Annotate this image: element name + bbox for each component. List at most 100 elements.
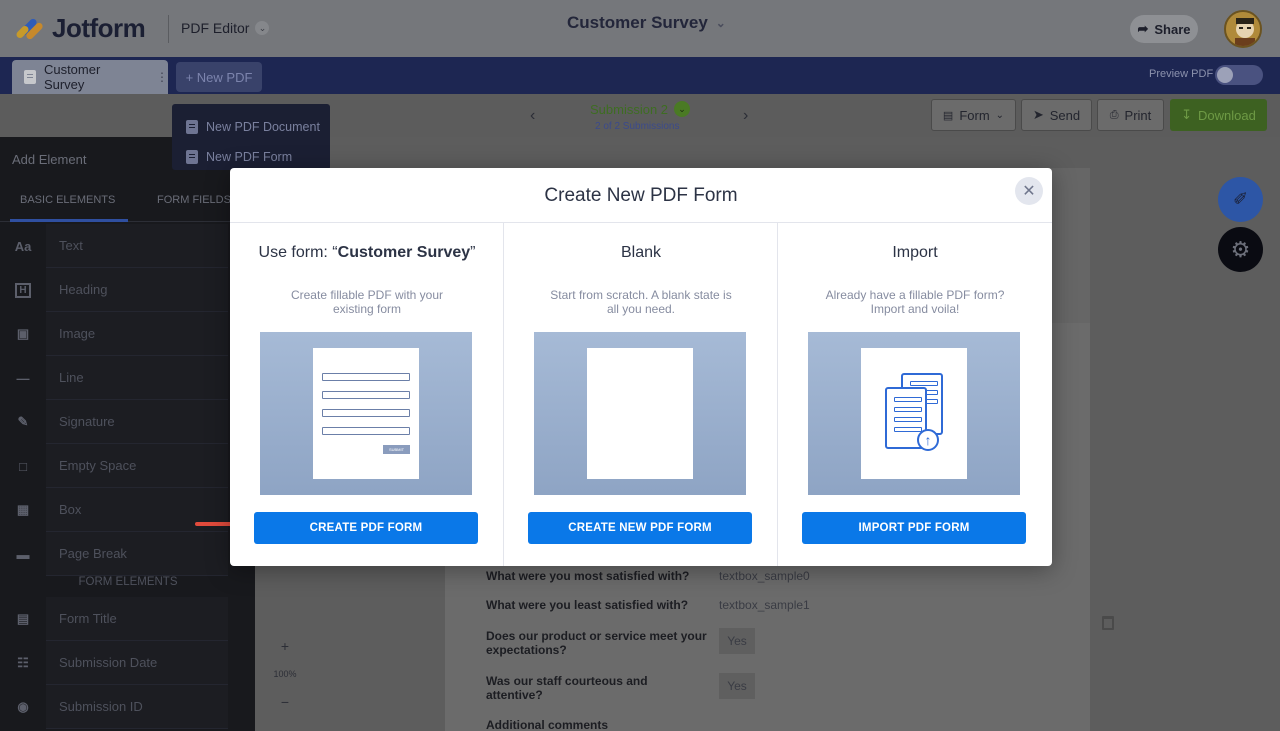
new-pdf-button[interactable]: + New PDF xyxy=(176,62,262,92)
share-label: Share xyxy=(1154,21,1191,37)
new-pdf-menu: New PDF Document New PDF Form xyxy=(172,104,330,170)
option-import: Import Already have a fillable PDF form?… xyxy=(778,223,1052,566)
option-description: Already have a fillable PDF form? Import… xyxy=(825,288,1005,316)
document-icon xyxy=(24,70,36,84)
image-icon: ▣ xyxy=(16,326,30,341)
submission-selector[interactable]: Submission 2 ⌄ xyxy=(590,101,691,117)
element-label: Line xyxy=(46,356,228,400)
jotform-logo[interactable]: Jotform xyxy=(15,13,146,43)
heading-suffix: ” xyxy=(470,244,476,261)
trash-icon[interactable] xyxy=(1102,616,1114,630)
element-box[interactable]: ▦ Box xyxy=(0,488,228,532)
element-text[interactable]: Aa Text xyxy=(0,224,228,268)
zoom-out-icon[interactable]: − xyxy=(270,688,300,716)
paint-brush-button[interactable]: ✐ xyxy=(1218,177,1263,222)
jotform-logo-icon xyxy=(15,15,45,41)
element-page-break[interactable]: ▬ Page Break xyxy=(0,532,228,576)
tab-basic-elements[interactable]: BASIC ELEMENTS xyxy=(20,194,115,206)
element-heading[interactable]: H Heading xyxy=(0,268,228,312)
active-tab-indicator xyxy=(10,219,128,222)
tab-customer-survey[interactable]: Customer Survey ⋮ xyxy=(12,60,168,94)
chevron-down-icon: ⌄ xyxy=(674,101,691,117)
option-description: Create fillable PDF with your existing f… xyxy=(290,288,444,316)
answer-value: Yes xyxy=(719,628,755,654)
form-title-icon: ▤ xyxy=(16,611,30,626)
settings-button[interactable]: ⚙ xyxy=(1218,227,1263,272)
mini-submit: SUBMIT xyxy=(383,445,410,454)
close-icon: ✕ xyxy=(1022,183,1036,200)
element-empty-space[interactable]: □ Empty Space xyxy=(0,444,228,488)
answer-value: textbox_sample1 xyxy=(719,598,810,612)
tab-form-fields[interactable]: FORM FIELDS xyxy=(157,194,231,206)
import-pdf-form-button[interactable]: IMPORT PDF FORM xyxy=(802,512,1026,544)
menu-item-label: New PDF Form xyxy=(206,150,293,164)
send-button[interactable]: ➤ Send xyxy=(1021,99,1092,131)
zoom-in-icon[interactable]: + xyxy=(270,632,300,660)
field-line xyxy=(322,391,410,399)
menu-item-label: New PDF Document xyxy=(206,120,320,134)
paint-brush-icon: ✐ xyxy=(1232,189,1249,209)
element-label: Text xyxy=(46,224,228,268)
answer-value: Yes xyxy=(719,673,755,699)
element-label: Image xyxy=(46,312,228,356)
print-button[interactable]: ⎙ Print xyxy=(1097,99,1164,131)
menu-item-new-pdf-document[interactable]: New PDF Document xyxy=(172,112,330,142)
option-description: Start from scratch. A blank state is all… xyxy=(550,288,732,316)
share-button[interactable]: ➦ Share xyxy=(1130,15,1198,43)
option-blank: Blank Start from scratch. A blank state … xyxy=(504,223,778,566)
form-sheet: SUBMIT xyxy=(313,348,419,479)
element-label: Signature xyxy=(46,400,228,444)
previous-submission-icon[interactable]: ‹ xyxy=(530,107,535,125)
heading-icon: H xyxy=(0,268,46,312)
chevron-down-icon: ⌄ xyxy=(255,21,270,35)
element-form-title[interactable]: ▤ Form Title xyxy=(0,597,228,641)
download-icon: ↧ xyxy=(1181,107,1193,122)
preview-pdf-label: Preview PDF xyxy=(1149,68,1214,80)
field-line xyxy=(322,373,410,381)
form-button[interactable]: ▤ Form ⌄ xyxy=(931,99,1016,131)
document-icon xyxy=(186,120,198,134)
next-submission-icon[interactable]: › xyxy=(743,107,748,125)
fingerprint-icon: ◉ xyxy=(17,699,29,714)
page-break-icon: ▬ xyxy=(16,546,30,562)
preview-pdf-toggle[interactable] xyxy=(1215,65,1263,85)
form-icon xyxy=(186,150,198,164)
user-avatar[interactable] xyxy=(1224,10,1262,48)
form-elements-header: FORM ELEMENTS xyxy=(78,576,178,588)
create-new-pdf-form-button[interactable]: CREATE NEW PDF FORM xyxy=(528,512,752,544)
header-divider xyxy=(168,15,169,43)
import-documents-icon: ↑ xyxy=(885,373,945,455)
signature-icon: ✎ xyxy=(17,414,29,429)
create-pdf-form-modal: Create New PDF Form ✕ Use form: “Custome… xyxy=(230,168,1052,566)
download-button[interactable]: ↧ Download xyxy=(1170,99,1267,131)
element-label: Page Break xyxy=(46,532,228,576)
panel-title: Add Element xyxy=(12,152,87,167)
element-label: Submission Date xyxy=(46,641,228,685)
element-image[interactable]: ▣ Image xyxy=(0,312,228,356)
question-label: Does our product or service meet your ex… xyxy=(486,629,707,657)
field-line xyxy=(322,409,410,417)
element-line[interactable]: — Line xyxy=(0,356,228,400)
option-heading: Blank xyxy=(620,244,662,261)
text-icon: Aa xyxy=(14,238,32,254)
send-button-label: Send xyxy=(1049,107,1081,123)
printer-icon: ⎙ xyxy=(1109,108,1119,121)
more-options-icon[interactable]: ⋮ xyxy=(156,70,168,84)
element-label: Heading xyxy=(46,268,228,312)
product-switcher[interactable]: PDF Editor ⌄ xyxy=(181,20,270,36)
form-name: Customer Survey xyxy=(337,244,471,261)
create-pdf-form-button[interactable]: CREATE PDF FORM xyxy=(254,512,478,544)
submission-title: Submission 2 xyxy=(590,101,669,117)
question-label: What were you least satisfied with? xyxy=(486,598,689,612)
question-label: Was our staff courteous and attentive? xyxy=(486,674,648,702)
element-signature[interactable]: ✎ Signature xyxy=(0,400,228,444)
chevron-down-icon: ⌄ xyxy=(995,109,1005,121)
element-label: Empty Space xyxy=(46,444,228,488)
element-submission-date[interactable]: ☷ Submission Date xyxy=(0,641,228,685)
import-sheet: ↑ xyxy=(861,348,967,479)
element-submission-id[interactable]: ◉ Submission ID xyxy=(0,685,228,729)
box-icon: ▦ xyxy=(16,502,30,517)
document-title[interactable]: Customer Survey ⌄ xyxy=(567,13,726,33)
close-button[interactable]: ✕ xyxy=(1015,177,1043,205)
print-button-label: Print xyxy=(1124,107,1152,123)
